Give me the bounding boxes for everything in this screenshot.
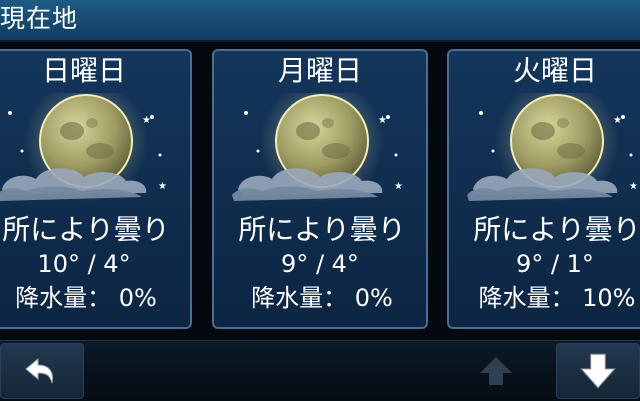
forecast-carousel[interactable]: 日曜日 ★ ★ 所により曇り 10° / 4° 降水量： 0% 月曜日 ★ ★ … [0,42,640,340]
forecast-card-sunday[interactable]: 日曜日 ★ ★ 所により曇り 10° / 4° 降水量： 0% [0,49,192,329]
partly-cloudy-night-icon: ★ ★ [232,93,403,203]
arrow-down-icon [580,353,616,389]
precip-label: 降水量： [15,284,112,312]
svg-text:★: ★ [158,181,167,192]
precip-label: 降水量： [478,284,575,312]
forecast-card-tuesday[interactable]: 火曜日 ★ ★ 所により曇り 9° / 1° 降水量： 10% [447,49,640,329]
partly-cloudy-night-icon: ★ ★ [467,93,638,203]
forecast-temperature: 10° / 4° [37,250,131,278]
forecast-card-monday[interactable]: 月曜日 ★ ★ 所により曇り 9° / 4° 降水量： 0% [212,49,428,329]
arrow-up-icon [480,357,512,385]
forecast-temperature: 9° / 1° [516,250,594,278]
svg-text:★: ★ [378,115,387,126]
svg-text:★: ★ [613,115,622,126]
partly-cloudy-night-icon: ★ ★ [0,93,167,203]
forecast-day: 月曜日 [277,54,362,87]
bottom-toolbar [0,340,640,401]
svg-text:★: ★ [142,115,151,126]
forecast-day: 日曜日 [41,54,126,87]
forecast-condition: 所により曇り [2,213,170,246]
scroll-down-button[interactable] [556,343,640,399]
forecast-temperature: 9° / 4° [281,250,359,278]
precip-label: 降水量： [251,284,348,312]
forecast-precipitation: 降水量： 0% [214,281,426,315]
page-title: 現在地 [0,4,79,33]
forecast-condition: 所により曇り [473,213,640,246]
forecast-precipitation: 降水量： 10% [449,281,640,315]
precip-value: 10% [582,284,636,312]
forecast-condition: 所により曇り [238,213,406,246]
precip-value: 0% [118,284,157,312]
forecast-day: 火曜日 [512,54,597,87]
svg-text:★: ★ [629,181,638,192]
forecast-precipitation: 降水量： 0% [0,281,190,315]
svg-text:★: ★ [394,181,403,192]
precip-value: 0% [354,284,393,312]
back-arrow-icon [25,357,53,384]
scroll-up-button[interactable] [456,343,536,399]
back-button[interactable] [0,343,84,399]
title-bar: 現在地 [0,0,640,42]
